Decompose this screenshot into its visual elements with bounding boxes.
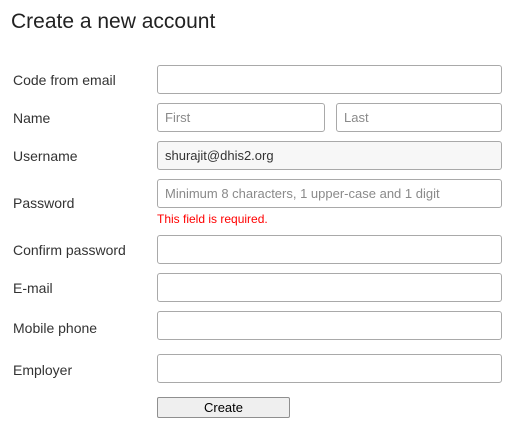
email-input[interactable]: [157, 273, 502, 302]
employer-label: Employer: [13, 362, 73, 378]
confirm-password-label: Confirm password: [13, 242, 126, 258]
password-error: This field is required.: [157, 212, 268, 226]
employer-input[interactable]: [157, 354, 502, 383]
confirm-password-input[interactable]: [157, 235, 502, 264]
last-name-input[interactable]: [336, 103, 502, 132]
username-input[interactable]: [157, 141, 502, 170]
username-label: Username: [13, 148, 78, 164]
page-title: Create a new account: [11, 10, 216, 33]
mobile-phone-input[interactable]: [157, 311, 502, 340]
first-name-input[interactable]: [157, 103, 325, 132]
code-label: Code from email: [13, 72, 116, 88]
create-button[interactable]: Create: [157, 397, 290, 418]
password-input[interactable]: [157, 179, 502, 208]
mobile-phone-label: Mobile phone: [13, 320, 98, 336]
code-input[interactable]: [157, 65, 502, 94]
email-label: E-mail: [13, 280, 53, 296]
name-label: Name: [13, 110, 51, 126]
password-label: Password: [13, 195, 75, 211]
